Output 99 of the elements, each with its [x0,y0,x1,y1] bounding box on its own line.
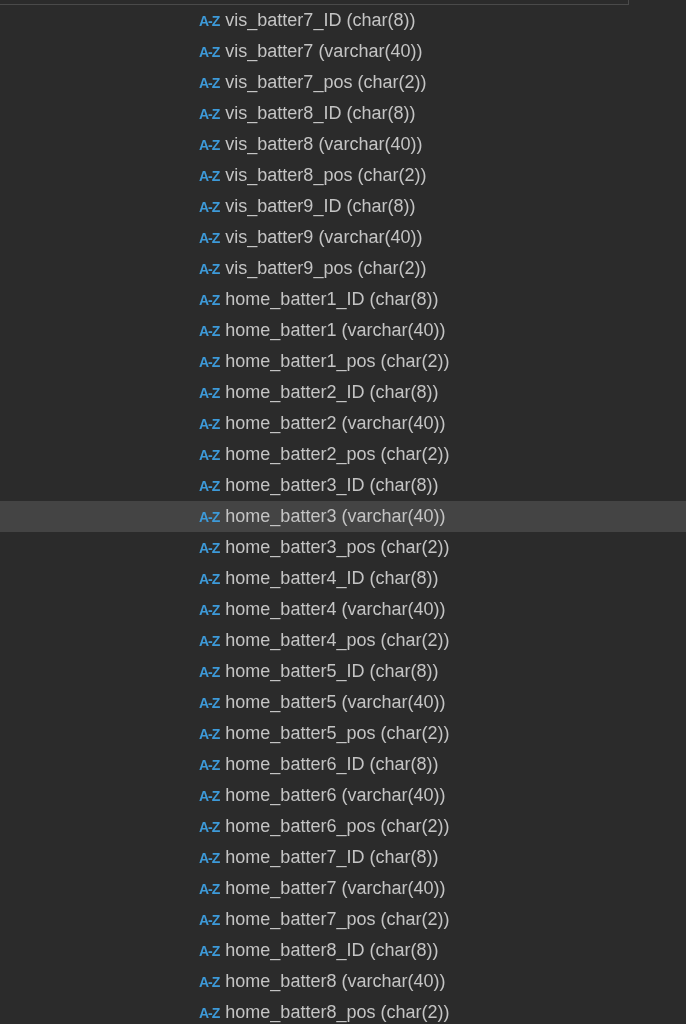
column-label: home_batter1 (varchar(40)) [225,320,446,341]
column-item[interactable]: A-Z home_batter8_ID (char(8)) [0,935,686,966]
column-label: vis_batter9_ID (char(8)) [225,196,416,217]
column-item[interactable]: A-Z home_batter3 (varchar(40)) [0,501,686,532]
column-label: home_batter2_pos (char(2)) [225,444,450,465]
text-type-icon: A-Z [199,880,220,897]
column-label: home_batter7 (varchar(40)) [225,878,446,899]
column-item[interactable]: A-Z home_batter5_ID (char(8)) [0,656,686,687]
column-item[interactable]: A-Z home_batter3_pos (char(2)) [0,532,686,563]
column-label: vis_batter8_pos (char(2)) [225,165,427,186]
column-label: home_batter8_pos (char(2)) [225,1002,450,1023]
column-item[interactable]: A-Z home_batter4 (varchar(40)) [0,594,686,625]
column-label: vis_batter7 (varchar(40)) [225,41,423,62]
text-type-icon: A-Z [199,415,220,432]
column-label: home_batter3_ID (char(8)) [225,475,439,496]
column-item[interactable]: A-Z home_batter5 (varchar(40)) [0,687,686,718]
text-type-icon: A-Z [199,105,220,122]
column-item[interactable]: A-Z vis_batter7_ID (char(8)) [0,5,686,36]
column-item[interactable]: A-Z vis_batter8_ID (char(8)) [0,98,686,129]
text-type-icon: A-Z [199,849,220,866]
column-label: home_batter5_ID (char(8)) [225,661,439,682]
column-item[interactable]: A-Z vis_batter8_pos (char(2)) [0,160,686,191]
text-type-icon: A-Z [199,570,220,587]
text-type-icon: A-Z [199,322,220,339]
text-type-icon: A-Z [199,787,220,804]
column-item[interactable]: A-Z home_batter7 (varchar(40)) [0,873,686,904]
column-item[interactable]: A-Z vis_batter9_ID (char(8)) [0,191,686,222]
column-label: home_batter3_pos (char(2)) [225,537,450,558]
text-type-icon: A-Z [199,260,220,277]
text-type-icon: A-Z [199,942,220,959]
column-label: vis_batter9 (varchar(40)) [225,227,423,248]
column-label: home_batter1_pos (char(2)) [225,351,450,372]
column-item[interactable]: A-Z home_batter2 (varchar(40)) [0,408,686,439]
column-item[interactable]: A-Z home_batter6 (varchar(40)) [0,780,686,811]
column-label: vis_batter7_ID (char(8)) [225,10,416,31]
column-label: home_batter2 (varchar(40)) [225,413,446,434]
text-type-icon: A-Z [199,167,220,184]
text-type-icon: A-Z [199,508,220,525]
column-item[interactable]: A-Z home_batter4_ID (char(8)) [0,563,686,594]
text-type-icon: A-Z [199,136,220,153]
text-type-icon: A-Z [199,291,220,308]
column-label: home_batter6_ID (char(8)) [225,754,439,775]
text-type-icon: A-Z [199,632,220,649]
text-type-icon: A-Z [199,725,220,742]
text-type-icon: A-Z [199,477,220,494]
column-item[interactable]: A-Z home_batter7_ID (char(8)) [0,842,686,873]
text-type-icon: A-Z [199,539,220,556]
column-item[interactable]: A-Z vis_batter9 (varchar(40)) [0,222,686,253]
column-label: home_batter6 (varchar(40)) [225,785,446,806]
text-type-icon: A-Z [199,198,220,215]
column-label: home_batter5_pos (char(2)) [225,723,450,744]
text-type-icon: A-Z [199,74,220,91]
column-item[interactable]: A-Z vis_batter7 (varchar(40)) [0,36,686,67]
column-label: home_batter7_ID (char(8)) [225,847,439,868]
column-label: vis_batter8 (varchar(40)) [225,134,423,155]
column-label: home_batter6_pos (char(2)) [225,816,450,837]
text-type-icon: A-Z [199,1004,220,1021]
text-type-icon: A-Z [199,911,220,928]
text-type-icon: A-Z [199,384,220,401]
text-type-icon: A-Z [199,756,220,773]
column-label: home_batter4 (varchar(40)) [225,599,446,620]
column-item[interactable]: A-Z home_batter3_ID (char(8)) [0,470,686,501]
column-item[interactable]: A-Z vis_batter7_pos (char(2)) [0,67,686,98]
column-label: home_batter4_pos (char(2)) [225,630,450,651]
text-type-icon: A-Z [199,663,220,680]
text-type-icon: A-Z [199,446,220,463]
column-label: home_batter8_ID (char(8)) [225,940,439,961]
column-label: home_batter8 (varchar(40)) [225,971,446,992]
column-item[interactable]: A-Z home_batter1_ID (char(8)) [0,284,686,315]
column-item[interactable]: A-Z home_batter5_pos (char(2)) [0,718,686,749]
column-item[interactable]: A-Z home_batter1 (varchar(40)) [0,315,686,346]
text-type-icon: A-Z [199,601,220,618]
column-label: home_batter3 (varchar(40)) [225,506,446,527]
column-item[interactable]: A-Z home_batter8 (varchar(40)) [0,966,686,997]
text-type-icon: A-Z [199,353,220,370]
text-type-icon: A-Z [199,973,220,990]
column-label: home_batter4_ID (char(8)) [225,568,439,589]
column-item[interactable]: A-Z home_batter6_pos (char(2)) [0,811,686,842]
text-type-icon: A-Z [199,818,220,835]
text-type-icon: A-Z [199,43,220,60]
column-item[interactable]: A-Z home_batter1_pos (char(2)) [0,346,686,377]
text-type-icon: A-Z [199,694,220,711]
column-item[interactable]: A-Z home_batter2_ID (char(8)) [0,377,686,408]
text-type-icon: A-Z [199,229,220,246]
column-label: home_batter2_ID (char(8)) [225,382,439,403]
column-item[interactable]: A-Z home_batter7_pos (char(2)) [0,904,686,935]
column-item[interactable]: A-Z vis_batter8 (varchar(40)) [0,129,686,160]
column-item[interactable]: A-Z home_batter4_pos (char(2)) [0,625,686,656]
column-label: vis_batter9_pos (char(2)) [225,258,427,279]
column-label: vis_batter8_ID (char(8)) [225,103,416,124]
column-item[interactable]: A-Z home_batter6_ID (char(8)) [0,749,686,780]
column-label: home_batter1_ID (char(8)) [225,289,439,310]
column-item[interactable]: A-Z home_batter8_pos (char(2)) [0,997,686,1024]
column-label: home_batter7_pos (char(2)) [225,909,450,930]
column-item[interactable]: A-Z vis_batter9_pos (char(2)) [0,253,686,284]
text-type-icon: A-Z [199,12,220,29]
column-item[interactable]: A-Z home_batter2_pos (char(2)) [0,439,686,470]
column-label: vis_batter7_pos (char(2)) [225,72,427,93]
column-label: home_batter5 (varchar(40)) [225,692,446,713]
